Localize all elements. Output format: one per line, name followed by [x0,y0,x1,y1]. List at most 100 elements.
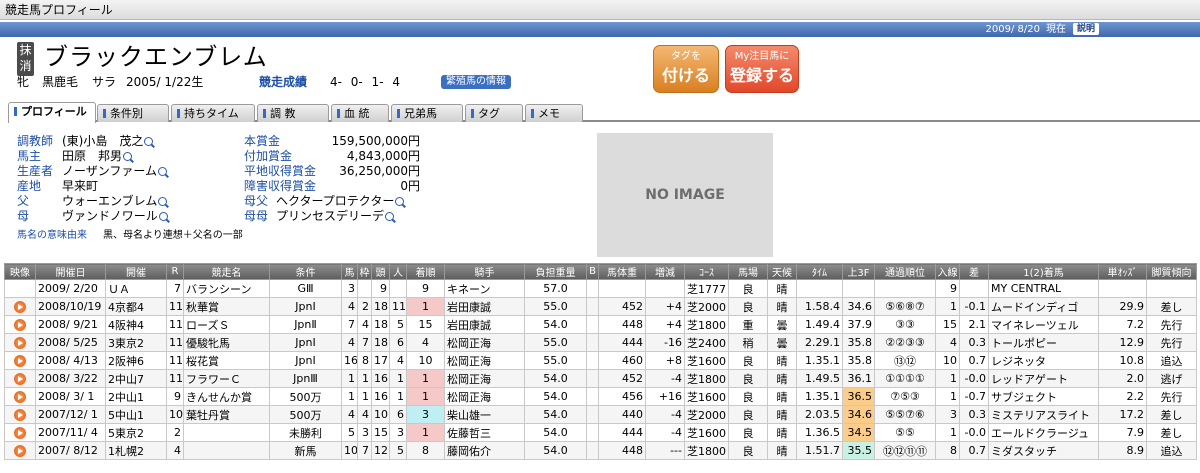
video-play-icon[interactable] [14,427,26,439]
owner-value[interactable]: 田原 邦男 [62,149,133,164]
table-row[interactable]: 2008/ 9/21 4阪神4 11 ローズＳ JpnⅡ 7 4 18 5 15 岩田康誠 54.0 4… [4,315,1197,334]
tab-siblings[interactable]: 兄弟馬 [391,104,463,122]
tab-conditions[interactable]: 条件別 [97,104,169,122]
table-cell[interactable]: 秋華賞 [183,297,270,316]
table-cell[interactable]: 桜花賞 [183,351,270,370]
table-row[interactable]: 2007/ 8/12 1札幌2 4 新馬 10 7 12 5 8 藤岡佑介 54.0 448 --- 芝1… [4,441,1197,460]
table-row[interactable]: 2008/10/19 4京都4 11 秋華賞 JpnⅠ 4 2 18 11 1 岩田康誠 55.0 45… [4,297,1197,316]
table-cell[interactable] [4,351,36,370]
table-cell[interactable] [4,405,36,424]
table-cell[interactable] [4,315,36,334]
table-cell[interactable]: サブジェクト [988,387,1099,406]
table-cell[interactable]: トールポピー [988,333,1099,352]
dam-name[interactable]: ヴァンドノワール [62,209,158,223]
dam-value[interactable]: ヴァンドノワール [62,209,168,224]
tab-tags[interactable]: タグ [465,104,523,122]
table-cell[interactable]: フラワーＣ [183,369,270,388]
broodmare-info-button[interactable]: 繁殖馬の情報 [441,75,511,89]
table-row[interactable]: 2008/ 3/ 1 2中山1 9 きんせんか賞 500万 1 1 16 1 1 松岡正海 54.0 4… [4,387,1197,406]
dam-sire-name[interactable]: ヘクタープロテクター [276,194,394,208]
search-icon[interactable] [158,197,168,206]
table-cell[interactable] [4,333,36,352]
video-play-icon[interactable] [14,445,26,457]
table-row[interactable]: 2009/ 2/20 ＵＡ 7 バランシーン GⅢ 3 9 9 キネーン 57.0 芝1777 良晴 9… [4,279,1197,298]
search-icon[interactable] [123,152,133,161]
breeder-value[interactable]: ノーザンファーム [62,164,168,179]
video-play-icon[interactable] [14,409,26,421]
video-play-icon[interactable] [14,355,26,367]
table-row[interactable]: 2007/11/ 4 5東京2 2 未勝利 5 3 15 3 1 佐藤哲三 54.0 444 -4 芝16… [4,423,1197,442]
table-cell[interactable]: キネーン [444,279,525,298]
table-cell: 2 [357,297,372,316]
table-cell: 差し [1146,423,1197,442]
table-cell[interactable] [4,387,36,406]
trainer-value[interactable]: (東)小島 茂之 [62,134,154,149]
video-play-icon[interactable] [14,391,26,403]
table-cell: 4 [341,405,358,424]
table-row[interactable]: 2008/ 4/13 2阪神6 11 桜花賞 JpnⅠ 16 8 17 4 10 松岡正海 55.0 4… [4,351,1197,370]
tab-training[interactable]: 調 教 [257,104,329,122]
search-icon[interactable] [385,212,395,221]
table-cell[interactable]: 藤岡佑介 [444,441,525,460]
record-label[interactable]: 競走成績 [259,74,307,90]
table-row[interactable]: 2008/ 5/25 3東京2 11 優駿牝馬 JpnⅠ 4 7 18 6 4 松岡正海 55.0 44… [4,333,1197,352]
dam-sire-value[interactable]: ヘクタープロテクター [276,194,405,209]
table-cell: ⑤⑥⑧⑦ [874,297,936,316]
table-cell[interactable] [183,423,270,442]
table-cell[interactable]: 松岡正海 [444,387,525,406]
column-header: 頭 [371,263,390,280]
owner-name[interactable]: 田原 邦男 [62,149,122,163]
table-cell[interactable]: ミステリアスライト [988,405,1099,424]
tab-pedigree[interactable]: 血 統 [331,104,389,122]
table-cell[interactable]: 葉牡丹賞 [183,405,270,424]
table-cell: 芝1600 [684,423,729,442]
add-tag-button[interactable]: タグを 付ける [653,45,719,93]
table-cell[interactable]: エールドクラージュ [988,423,1099,442]
tab-best-times[interactable]: 持ちタイム [171,104,255,122]
help-button[interactable]: 説明 [1073,23,1100,35]
table-cell[interactable]: 松岡正海 [444,369,525,388]
column-header: 枠 [357,263,372,280]
search-icon[interactable] [144,137,154,146]
table-cell[interactable]: レジネッタ [988,351,1099,370]
table-cell[interactable]: 松岡正海 [444,333,525,352]
table-cell[interactable]: ムードインディゴ [988,297,1099,316]
video-play-icon[interactable] [14,301,26,313]
table-cell[interactable] [4,441,36,460]
breeder-name[interactable]: ノーザンファーム [62,164,157,178]
table-cell[interactable]: ミダスタッチ [988,441,1099,460]
table-row[interactable]: 2008/ 3/22 2中山7 11 フラワーＣ JpnⅢ 1 1 16 1 1 松岡正海 54.0 4… [4,369,1197,388]
table-cell[interactable]: 佐藤哲三 [444,423,525,442]
table-cell[interactable]: 岩田康誠 [444,315,525,334]
search-icon[interactable] [158,167,168,176]
register-favorite-button[interactable]: My注目馬に 登録する [725,45,799,93]
video-play-icon[interactable] [14,337,26,349]
tab-profile[interactable]: プロフィール [8,102,96,123]
table-cell[interactable] [4,369,36,388]
table-cell[interactable]: 岩田康誠 [444,297,525,316]
table-cell[interactable]: 優駿牝馬 [183,333,270,352]
table-cell[interactable] [4,279,36,298]
video-play-icon[interactable] [14,319,26,331]
table-row[interactable]: 2007/12/ 1 5中山1 10 葉牡丹賞 500万 4 4 10 6 3 柴山雄一 54.0 44… [4,405,1197,424]
table-cell[interactable]: レッドアゲート [988,369,1099,388]
table-cell[interactable]: マイネレーツェル [988,315,1099,334]
table-cell[interactable]: きんせんか賞 [183,387,270,406]
table-cell[interactable]: バランシーン [183,279,270,298]
table-cell[interactable]: 松岡正海 [444,351,525,370]
search-icon[interactable] [158,212,168,221]
table-cell[interactable] [4,297,36,316]
dam-dam-name[interactable]: プリンセスデリーデ [276,209,384,223]
trainer-name[interactable]: (東)小島 茂之 [62,134,143,148]
table-cell[interactable]: ローズＳ [183,315,270,334]
video-play-icon[interactable] [14,373,26,385]
table-cell[interactable]: 柴山雄一 [444,405,525,424]
sire-value[interactable]: ウォーエンブレム [62,194,168,209]
table-cell[interactable] [183,441,270,460]
table-cell[interactable]: MY CENTRAL [988,279,1099,298]
dam-dam-value[interactable]: プリンセスデリーデ [276,209,395,224]
tab-memo[interactable]: メモ [525,104,583,122]
sire-name[interactable]: ウォーエンブレム [62,194,157,208]
table-cell[interactable] [4,423,36,442]
search-icon[interactable] [395,197,405,206]
